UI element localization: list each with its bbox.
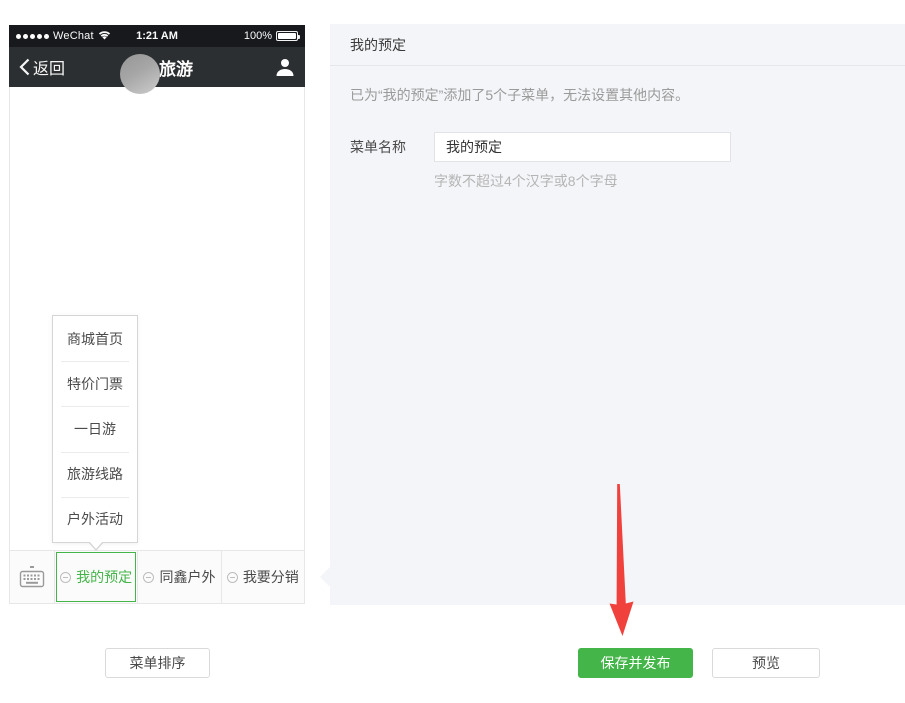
collapse-minus-icon <box>60 572 71 583</box>
collapse-minus-icon <box>227 572 238 583</box>
submenu-limit-notice: 已为“我的预定”添加了5个子菜单，无法设置其他内容。 <box>330 66 905 105</box>
menu-name-label: 菜单名称 <box>350 137 434 157</box>
profile-person-icon[interactable] <box>275 57 295 82</box>
collapse-minus-icon <box>143 572 154 583</box>
panel-title: 我的预定 <box>330 24 905 66</box>
menu-item-distribution[interactable]: 我要分销 <box>221 551 304 603</box>
menu-item-label: 我要分销 <box>243 567 299 587</box>
menu-sort-button[interactable]: 菜单排序 <box>105 648 210 678</box>
submenu-item[interactable]: 旅游线路 <box>53 452 137 497</box>
save-publish-button[interactable]: 保存并发布 <box>578 648 693 678</box>
account-title: 旅游 <box>159 55 193 80</box>
status-time: 1:21 AM <box>136 30 178 42</box>
wifi-icon <box>98 30 111 43</box>
panel-pointer-arrow <box>320 567 330 587</box>
menu-name-hint: 字数不超过4个汉字或8个字母 <box>434 171 905 191</box>
menu-item-label: 我的预定 <box>76 567 132 587</box>
submenu-item[interactable]: 特价门票 <box>53 361 137 406</box>
menu-item-my-booking[interactable]: 我的预定 <box>54 551 137 603</box>
preview-button[interactable]: 预览 <box>712 648 820 678</box>
phone-status-bar: WeChat 1:21 AM 100% <box>9 25 305 47</box>
back-chevron-icon <box>19 58 30 76</box>
menu-editor-page: WeChat 1:21 AM 100% 返回 旅游 <box>0 0 905 703</box>
back-button[interactable]: 返回 <box>19 55 65 79</box>
phone-menu-bar: 我的预定 同鑫户外 我要分销 <box>9 550 305 604</box>
carrier-label: WeChat <box>53 30 94 42</box>
back-label: 返回 <box>33 55 65 79</box>
battery-percent-label: 100% <box>244 30 272 42</box>
menu-item-tongxin-outdoor[interactable]: 同鑫户外 <box>137 551 220 603</box>
battery-icon <box>276 31 298 41</box>
menu-name-row: 菜单名称 <box>350 132 905 162</box>
menu-item-label: 同鑫户外 <box>159 567 215 587</box>
keyboard-toggle[interactable] <box>10 551 54 603</box>
menu-name-input[interactable] <box>434 132 731 162</box>
submenu-item[interactable]: 一日游 <box>53 406 137 451</box>
signal-strength-icon <box>16 34 49 39</box>
phone-preview: WeChat 1:21 AM 100% 返回 旅游 <box>9 25 305 604</box>
menu-editor-panel: 我的预定 已为“我的预定”添加了5个子菜单，无法设置其他内容。 菜单名称 字数不… <box>330 24 905 605</box>
submenu-popup: 商城首页 特价门票 一日游 旅游线路 户外活动 <box>52 315 138 543</box>
keyboard-icon <box>18 565 46 589</box>
phone-screen: 商城首页 特价门票 一日游 旅游线路 户外活动 <box>9 87 305 550</box>
submenu-item[interactable]: 商城首页 <box>53 316 137 361</box>
submenu-item[interactable]: 户外活动 <box>53 497 137 542</box>
censored-avatar-blur <box>120 54 160 94</box>
